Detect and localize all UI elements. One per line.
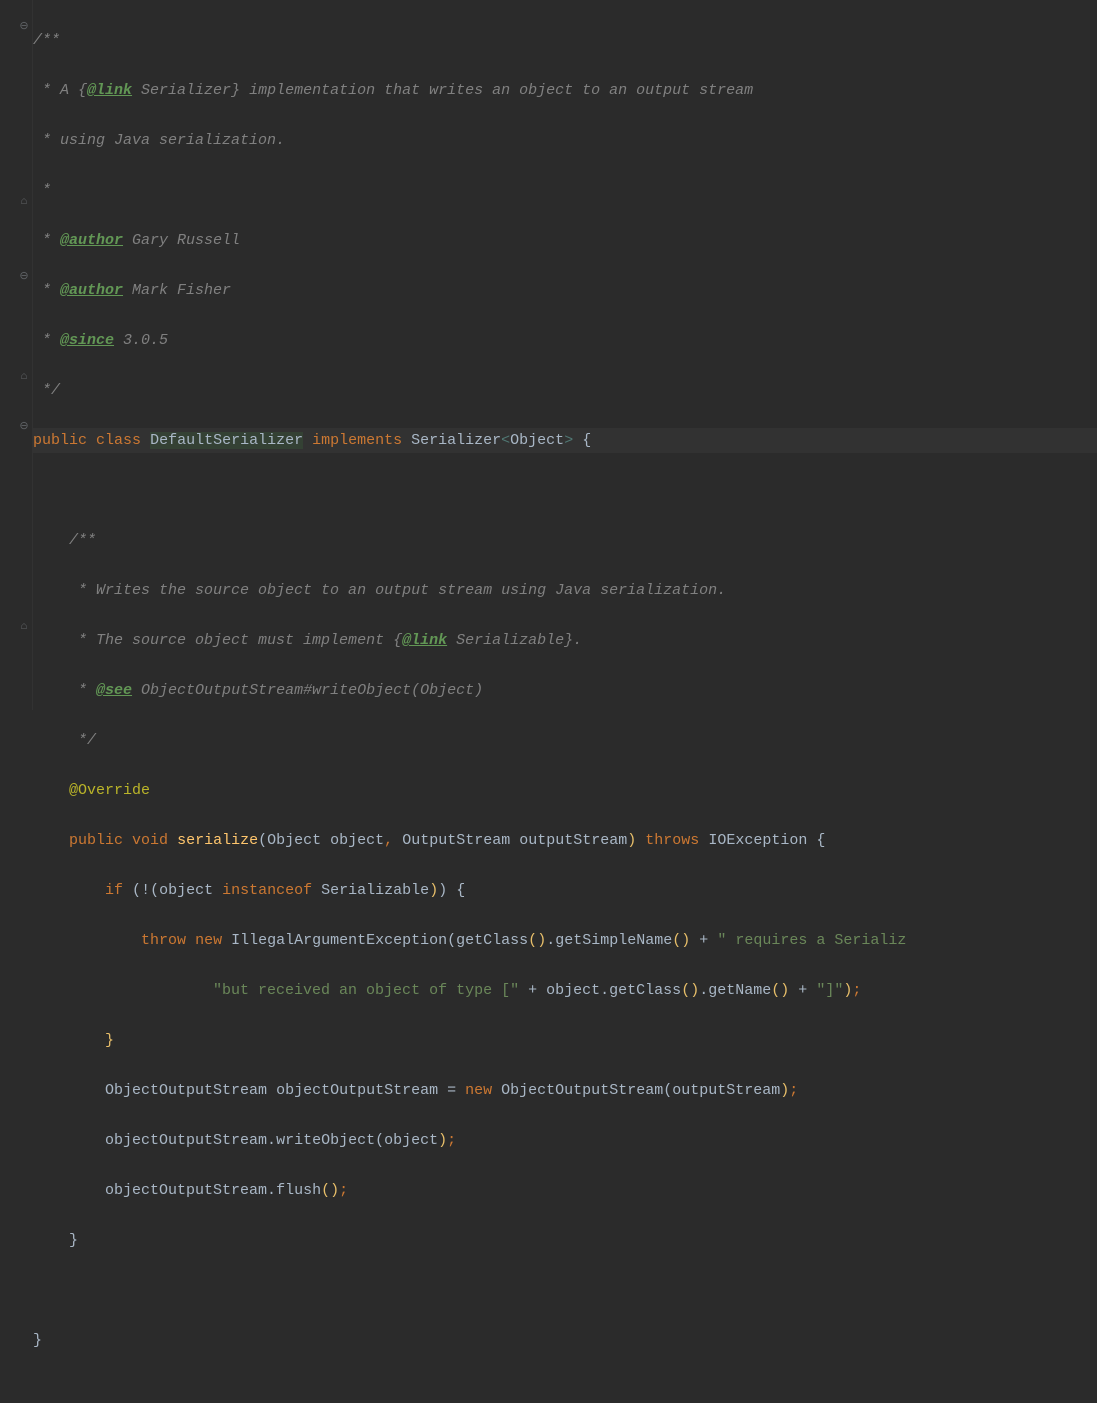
fold-marker[interactable]: ⊖ [18, 271, 30, 283]
code-line[interactable]: "but received an object of type [" + obj… [33, 978, 1097, 1003]
code-line[interactable]: * @since 3.0.5 [33, 328, 1097, 353]
code-editor[interactable]: ⊖ ⌂ ⊖ ⌂ ⊖ ⌂ /** * A {@link Serializer} i… [0, 0, 1097, 710]
gutter: ⊖ ⌂ ⊖ ⌂ ⊖ ⌂ [0, 0, 33, 710]
code-line[interactable]: * Writes the source object to an output … [33, 578, 1097, 603]
code-line[interactable]: * The source object must implement {@lin… [33, 628, 1097, 653]
code-line[interactable]: /** [33, 28, 1097, 53]
code-line[interactable]: /** [33, 528, 1097, 553]
fold-end-marker[interactable]: ⌂ [18, 196, 30, 208]
code-line[interactable]: objectOutputStream.flush(); [33, 1178, 1097, 1203]
code-line[interactable]: * @author Gary Russell [33, 228, 1097, 253]
code-line[interactable] [33, 1278, 1097, 1303]
code-line[interactable]: throw new IllegalArgumentException(getCl… [33, 928, 1097, 953]
code-line[interactable]: public void serialize(Object object, Out… [33, 828, 1097, 853]
code-line[interactable]: } [33, 1328, 1097, 1353]
code-line[interactable]: */ [33, 378, 1097, 403]
code-line[interactable]: * A {@link Serializer} implementation th… [33, 78, 1097, 103]
fold-marker[interactable]: ⊖ [18, 421, 30, 433]
code-line[interactable]: * @see ObjectOutputStream#writeObject(Ob… [33, 678, 1097, 703]
code-line[interactable]: */ [33, 728, 1097, 753]
code-line[interactable]: } [33, 1228, 1097, 1253]
fold-end-marker[interactable]: ⌂ [18, 621, 30, 633]
fold-marker[interactable]: ⊖ [18, 21, 30, 33]
fold-end-marker[interactable]: ⌂ [18, 371, 30, 383]
code-line[interactable]: * using Java serialization. [33, 128, 1097, 153]
code-area[interactable]: /** * A {@link Serializer} implementatio… [33, 0, 1097, 710]
code-line[interactable]: * [33, 178, 1097, 203]
code-line[interactable]: if (!(object instanceof Serializable)) { [33, 878, 1097, 903]
code-line[interactable] [33, 478, 1097, 503]
code-line-highlighted[interactable]: public class DefaultSerializer implement… [33, 428, 1097, 453]
code-line[interactable]: @Override [33, 778, 1097, 803]
code-line[interactable]: ObjectOutputStream objectOutputStream = … [33, 1078, 1097, 1103]
code-line[interactable]: objectOutputStream.writeObject(object); [33, 1128, 1097, 1153]
code-line[interactable]: } [33, 1028, 1097, 1053]
code-line[interactable]: * @author Mark Fisher [33, 278, 1097, 303]
